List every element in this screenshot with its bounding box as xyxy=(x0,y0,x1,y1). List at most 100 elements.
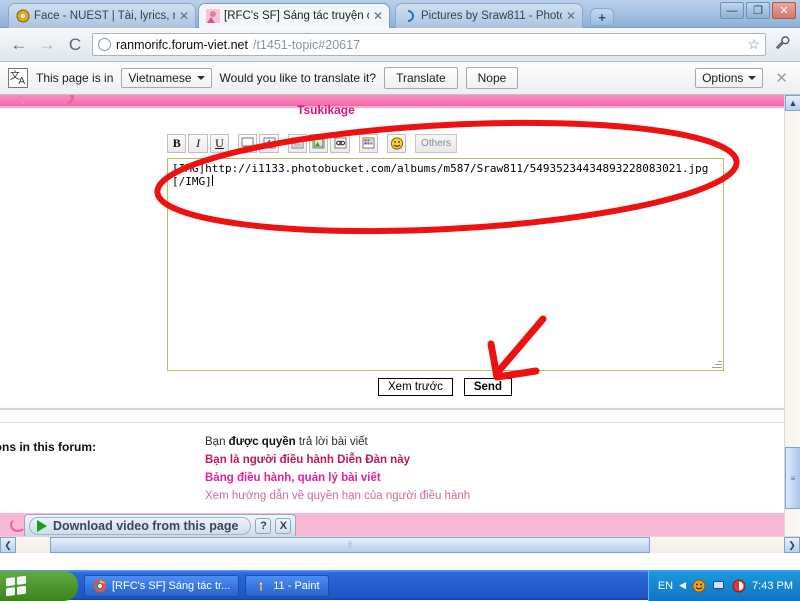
vertical-scrollbar[interactable]: ▲ ≡ ▼ xyxy=(784,95,800,553)
close-download-bar-button[interactable]: X xyxy=(275,518,291,534)
send-button[interactable]: Send xyxy=(464,378,512,396)
permission-row: Bạn là người điều hành Diễn Đàn này xyxy=(205,451,470,469)
help-button[interactable]: ? xyxy=(255,518,271,534)
url-host: ranmorifc.forum-viet.net xyxy=(116,38,248,52)
infobar-prefix-text: This page is in xyxy=(36,71,113,85)
banner-swirl-icon xyxy=(18,95,74,109)
others-button[interactable]: Others xyxy=(415,134,457,153)
window-controls: — ❐ ✕ xyxy=(720,2,796,19)
paint-icon xyxy=(254,579,268,593)
page-header-banner xyxy=(0,95,784,108)
browser-tab-1[interactable]: Face - NUEST | Tài, lyrics, nha ✕ xyxy=(8,3,196,28)
underline-button[interactable]: U xyxy=(210,134,229,153)
preview-button[interactable]: Xem trước xyxy=(378,378,453,396)
smiley-icon xyxy=(390,137,404,150)
tab-title: Face - NUEST | Tài, lyrics, nha xyxy=(34,10,175,22)
forward-icon[interactable]: → xyxy=(36,34,58,56)
italic-button[interactable]: I xyxy=(188,134,207,153)
quote-icon xyxy=(241,137,254,149)
close-icon[interactable]: ✕ xyxy=(566,11,576,21)
url-path: /t1451-topic#20617 xyxy=(253,38,360,52)
network-tray-icon[interactable] xyxy=(712,579,726,593)
quote-button[interactable] xyxy=(238,134,257,153)
windows-taskbar: [RFC's SF] Sáng tác tr... 11 - Paint EN … xyxy=(0,570,800,600)
tab-title: Pictures by Sraw811 - Photobu xyxy=(421,10,562,22)
bold-button[interactable]: B xyxy=(167,134,186,153)
page-viewport: B I U xyxy=(0,95,800,570)
photobucket-icon xyxy=(403,9,417,23)
code-button[interactable] xyxy=(259,134,278,153)
bookmark-star-icon[interactable]: ☆ xyxy=(747,36,760,53)
color-palette-icon xyxy=(362,137,375,149)
tray-expand-icon[interactable]: ◀ xyxy=(679,580,686,591)
system-tray: EN ◀ 7:43 PM xyxy=(648,571,800,601)
perm-strong: được quyền xyxy=(229,436,296,448)
close-icon[interactable]: ✕ xyxy=(179,11,189,21)
horizontal-scrollbar-thumb[interactable]: ⦙⦙ xyxy=(50,537,650,553)
back-icon[interactable]: ← xyxy=(8,34,30,56)
forum-page: B I U xyxy=(0,95,784,555)
nope-button[interactable]: Nope xyxy=(466,67,519,89)
resize-grip-icon[interactable] xyxy=(711,358,722,369)
insert-link-button[interactable] xyxy=(330,134,349,153)
tray-clock[interactable]: 7:43 PM xyxy=(752,580,793,592)
wrench-glyph xyxy=(775,35,790,50)
play-icon xyxy=(37,520,47,532)
new-tab-button[interactable]: + xyxy=(590,8,614,26)
browser-tab-2[interactable]: [RFC's SF] Sáng tác truyện ch ✕ xyxy=(198,3,390,28)
chevron-down-icon xyxy=(748,76,756,80)
language-select[interactable]: Vietnamese xyxy=(121,68,211,88)
bbcode-toolbar: B I U xyxy=(167,132,457,154)
language-select-value: Vietnamese xyxy=(128,71,191,85)
scroll-up-icon[interactable]: ▲ xyxy=(785,95,800,111)
message-textarea[interactable]: [IMG]http://i1133.photobucket.com/albums… xyxy=(167,158,724,371)
font-color-button[interactable] xyxy=(359,134,378,153)
insert-image-button[interactable] xyxy=(309,134,328,153)
taskbar-item-label: [RFC's SF] Sáng tác tr... xyxy=(112,580,230,592)
page-info-icon[interactable] xyxy=(98,38,111,51)
link-icon xyxy=(334,137,347,149)
download-video-button[interactable]: Download video from this page xyxy=(29,517,251,535)
download-video-bar: Download video from this page ? X xyxy=(24,514,296,538)
reload-icon[interactable]: C xyxy=(64,34,86,56)
scroll-left-icon[interactable]: ❮ xyxy=(0,537,16,553)
image-icon xyxy=(312,137,325,149)
close-window-button[interactable]: ✕ xyxy=(772,2,796,19)
download-video-label: Download video from this page xyxy=(53,519,238,533)
permissions-heading: ssions in this forum: xyxy=(0,440,96,454)
language-indicator[interactable]: EN xyxy=(658,580,673,592)
restore-button[interactable]: ❐ xyxy=(746,2,770,19)
close-icon[interactable]: ✕ xyxy=(373,11,383,21)
browser-tab-3[interactable]: Pictures by Sraw811 - Photobu ✕ xyxy=(395,3,583,28)
windows-logo-icon xyxy=(6,575,26,595)
form-buttons: Xem trước Send xyxy=(378,378,512,396)
thumbnail-icon xyxy=(206,9,220,23)
message-textarea-value: [IMG]http://i1133.photobucket.com/albums… xyxy=(168,159,723,191)
browser-toolbar: ← → C ranmorifc.forum-viet.net /t1451-to… xyxy=(0,28,800,62)
chrome-icon xyxy=(93,579,107,593)
horizontal-scrollbar[interactable]: ❮ ⦙⦙ ❯ xyxy=(0,536,800,553)
smiley-tray-icon[interactable] xyxy=(692,579,706,593)
text-caret xyxy=(212,175,213,186)
translate-button[interactable]: Translate xyxy=(384,67,458,89)
orange-disc-icon xyxy=(16,9,30,23)
list-button[interactable] xyxy=(288,134,307,153)
scroll-right-icon[interactable]: ❯ xyxy=(784,537,800,553)
minimize-button[interactable]: — xyxy=(720,2,744,19)
options-button[interactable]: Options xyxy=(695,68,763,88)
shield-tray-icon[interactable] xyxy=(732,579,746,593)
taskbar-item-browser[interactable]: [RFC's SF] Sáng tác tr... xyxy=(84,575,239,597)
address-bar[interactable]: ranmorifc.forum-viet.net /t1451-topic#20… xyxy=(92,33,766,56)
code-icon xyxy=(263,137,276,149)
permission-row-link[interactable]: Bảng điều hành, quản lý bài viết xyxy=(205,469,470,487)
list-icon xyxy=(291,137,304,149)
smiley-button[interactable] xyxy=(387,134,406,153)
tab-title: [RFC's SF] Sáng tác truyện ch xyxy=(224,10,369,22)
perm-prefix: Bạn xyxy=(205,436,229,448)
wrench-menu-icon[interactable] xyxy=(772,35,792,54)
taskbar-item-paint[interactable]: 11 - Paint xyxy=(245,575,328,597)
close-infobar-icon[interactable]: ✕ xyxy=(771,69,792,87)
permission-row-link[interactable]: Xem hướng dẫn về quyền hạn của người điề… xyxy=(205,487,470,505)
vertical-scrollbar-thumb[interactable]: ≡ xyxy=(785,447,800,509)
start-button[interactable] xyxy=(0,571,78,601)
